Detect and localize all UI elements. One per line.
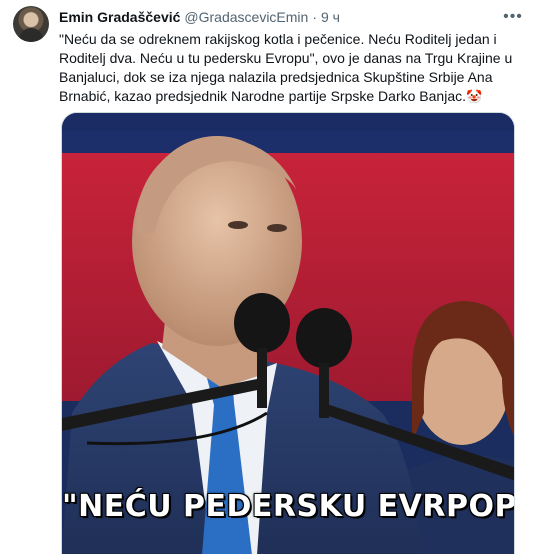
- tweet-body-text: "Neću da se odreknem rakijskog kotla i p…: [59, 31, 513, 104]
- separator-dot: ·: [312, 9, 317, 25]
- tweet-text: "Neću da se odreknem rakijskog kotla i p…: [59, 30, 527, 106]
- avatar-figure: [19, 28, 43, 42]
- tweet-timestamp[interactable]: 9 ч: [321, 8, 340, 26]
- video-frame: [62, 113, 514, 554]
- tweet-card[interactable]: Emin Gradaščević @GradascevicEmin · 9 ч …: [0, 0, 539, 554]
- author-avatar[interactable]: [13, 6, 49, 42]
- video-caption: "NEĆU PEDERSKU EVRPOPU": [62, 489, 515, 524]
- tweet-header: Emin Gradaščević @GradascevicEmin · 9 ч: [59, 8, 499, 26]
- more-options-button[interactable]: •••: [501, 5, 525, 29]
- author-display-name[interactable]: Emin Gradaščević: [59, 8, 180, 26]
- tweet-media-video[interactable]: "NEĆU PEDERSKU EVRPOPU": [61, 112, 515, 554]
- more-horizontal-icon: •••: [503, 8, 523, 25]
- author-handle[interactable]: @GradascevicEmin: [184, 8, 308, 26]
- clown-emoji: 🤡: [466, 89, 483, 104]
